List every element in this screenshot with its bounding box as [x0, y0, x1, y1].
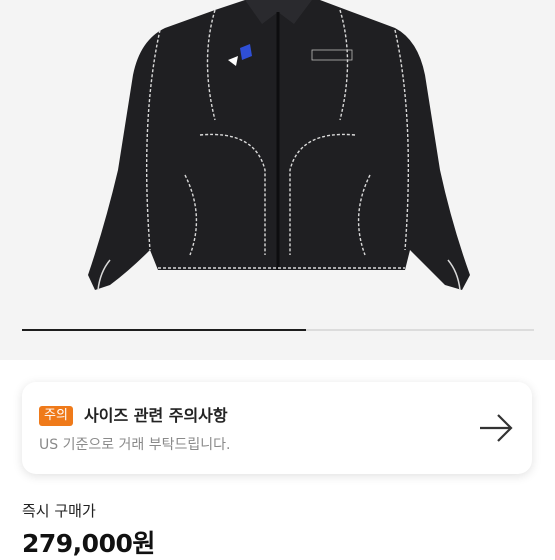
- notice-subtitle: US 기준으로 거래 부탁드립니다.: [39, 437, 231, 453]
- price-label: 즉시 구매가: [22, 502, 96, 520]
- image-pager: [22, 329, 534, 331]
- product-image[interactable]: [0, 0, 555, 360]
- notice-title: 사이즈 관련 주의사항: [84, 406, 228, 425]
- arrow-right-icon[interactable]: [478, 412, 514, 444]
- jacket-illustration: [88, 0, 470, 291]
- notice-badge: 주의: [39, 406, 73, 426]
- image-pager-active: [22, 329, 306, 331]
- size-notice-card[interactable]: 주의 사이즈 관련 주의사항 US 기준으로 거래 부탁드립니다.: [22, 382, 532, 474]
